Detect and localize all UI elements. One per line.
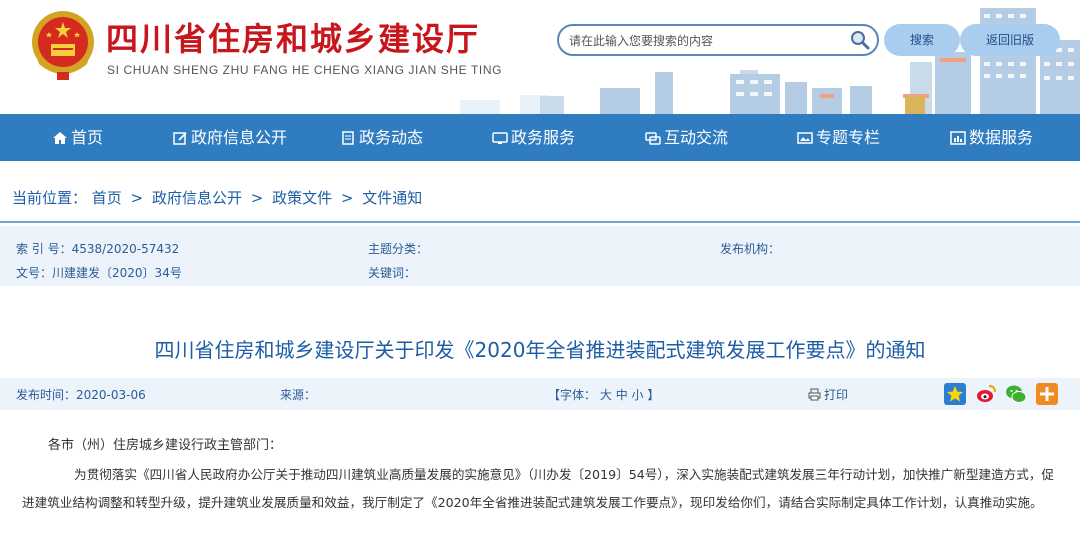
- keywords-label: 关键词：: [368, 266, 417, 280]
- search-button[interactable]: 搜索: [884, 24, 960, 56]
- nav-item-label: 数据服务: [969, 128, 1034, 147]
- index-label: 索 引 号：: [16, 242, 72, 256]
- nav-item-label: 政务服务: [511, 128, 576, 147]
- document-icon: [342, 130, 354, 145]
- doc-no-value: 川建建发〔2020〕34号: [52, 266, 182, 280]
- breadcrumb-prefix: 当前位置：: [12, 189, 88, 207]
- chat-icon: [645, 131, 661, 145]
- nav-item-label: 互动交流: [664, 128, 729, 147]
- print-label: 打印: [824, 388, 849, 402]
- national-emblem-icon: [32, 11, 94, 80]
- breadcrumb-separator: >: [250, 189, 264, 207]
- document-meta: 索 引 号：4538/2020-57432 主题分类： 发布机构： 文号：川建建…: [0, 226, 1080, 286]
- salutation: 各市（州）住房城乡建设行政主管部门：: [48, 438, 283, 453]
- weibo-icon[interactable]: [975, 383, 997, 405]
- nav-item-interaction[interactable]: 互动交流: [645, 114, 728, 161]
- publish-date: 2020-03-06: [76, 388, 146, 402]
- font-label-open: 【字体：: [548, 388, 597, 402]
- nav-item-special-topics[interactable]: 专题专栏: [797, 114, 880, 161]
- breadcrumb-policy-docs[interactable]: 政策文件: [272, 189, 332, 207]
- breadcrumb-home[interactable]: 首页: [92, 189, 122, 207]
- article-title: 四川省住房和城乡建设厅关于印发《2020年全省推进装配式建筑发展工作要点》的通知: [154, 338, 926, 362]
- site-header: 四川省住房和城乡建设厅 SI CHUAN SHENG ZHU FANG HE C…: [0, 0, 1080, 114]
- nav-item-label: 首页: [71, 128, 104, 147]
- publish-label: 发布时间：: [16, 388, 77, 402]
- nav-item-gov-news[interactable]: 政务动态: [340, 114, 423, 161]
- image-icon: [797, 131, 813, 144]
- wechat-icon[interactable]: [1005, 383, 1027, 405]
- index-value: 4538/2020-57432: [71, 242, 180, 256]
- publish-time: 发布时间：2020-03-06: [16, 386, 146, 403]
- publisher-label: 发布机构：: [720, 242, 781, 256]
- font-medium-button[interactable]: 中: [616, 388, 628, 402]
- print-button[interactable]: 打印: [808, 386, 848, 403]
- nav-item-gov-service[interactable]: 政务服务: [492, 114, 575, 161]
- nav-item-home[interactable]: 首页: [52, 114, 103, 161]
- nav-item-data-service[interactable]: 数据服务: [950, 114, 1033, 161]
- monitor-icon: [492, 131, 508, 144]
- paragraph-line-2: 进建筑业结构调整和转型升级，提升建筑业发展质量和效益，我厅制定了《2020年全省…: [22, 495, 1043, 510]
- breadcrumb: 当前位置： 首页 > 政府信息公开 > 政策文件 > 文件通知: [12, 187, 422, 208]
- search-box[interactable]: [557, 24, 879, 56]
- old-version-button[interactable]: 返回旧版: [960, 24, 1060, 56]
- data-icon: [950, 130, 966, 145]
- home-icon: [53, 131, 67, 144]
- doc-no-label: 文号：: [16, 266, 53, 280]
- breadcrumb-separator: >: [130, 189, 144, 207]
- site-title: 四川省住房和城乡建设厅: [106, 20, 481, 58]
- font-small-button[interactable]: 小: [632, 388, 644, 402]
- breadcrumb-separator: >: [340, 189, 354, 207]
- index-number: 索 引 号：4538/2020-57432: [16, 240, 179, 257]
- nav-item-label: 政务动态: [359, 128, 424, 147]
- print-icon: [808, 388, 821, 401]
- search-icon[interactable]: [849, 29, 871, 51]
- font-large-button[interactable]: 大: [600, 388, 612, 402]
- breadcrumb-notices[interactable]: 文件通知: [362, 189, 422, 207]
- edit-icon: [173, 131, 187, 145]
- favorite-icon[interactable]: [944, 383, 966, 405]
- nav-item-label: 政府信息公开: [191, 128, 288, 147]
- breadcrumb-divider: [0, 221, 1080, 223]
- category-label: 主题分类：: [368, 242, 429, 256]
- font-label-close: 】: [647, 388, 660, 402]
- city-skyline-decoration: [460, 8, 1080, 114]
- article-info-bar: 发布时间：2020-03-06 来源： 【字体： 大 中 小 】 打印: [0, 378, 1080, 410]
- main-nav: 首页 政府信息公开 政务动态 政务服务 互动交流 专题专栏 数据服务: [0, 114, 1080, 161]
- search-input[interactable]: [569, 31, 839, 51]
- more-share-icon[interactable]: [1036, 383, 1058, 405]
- paragraph-line-1: 为贯彻落实《四川省人民政府办公厅关于推动四川建筑业高质量发展的实施意见》（川办发…: [74, 467, 1055, 482]
- source-label: 来源：: [280, 388, 317, 402]
- breadcrumb-gov-info[interactable]: 政府信息公开: [152, 189, 242, 207]
- nav-item-gov-info[interactable]: 政府信息公开: [172, 114, 287, 161]
- document-number: 文号：川建建发〔2020〕34号: [16, 264, 182, 281]
- nav-item-label: 专题专栏: [816, 128, 881, 147]
- font-size-control: 【字体： 大 中 小 】: [548, 386, 659, 403]
